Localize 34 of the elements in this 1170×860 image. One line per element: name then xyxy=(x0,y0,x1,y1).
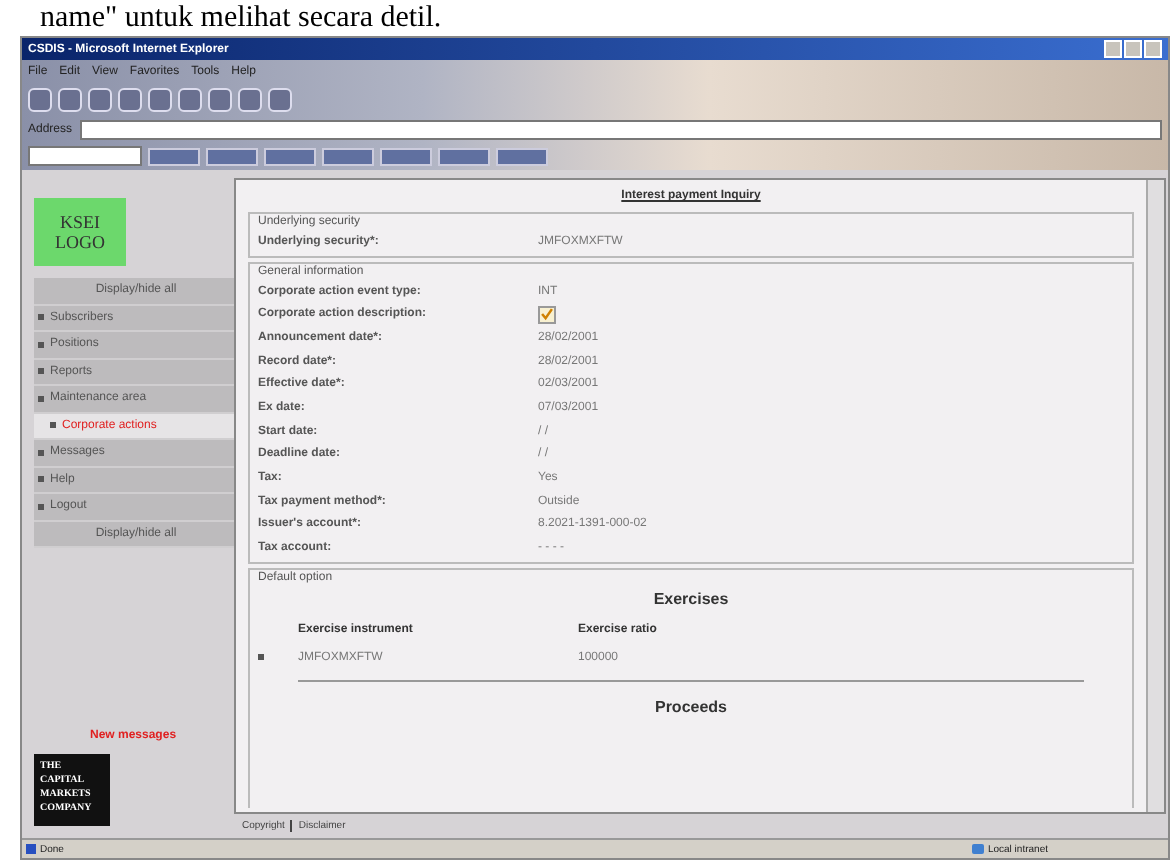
bullet-icon xyxy=(50,422,56,429)
section-heading: Exercises xyxy=(651,587,731,612)
toolbar-icon[interactable] xyxy=(88,88,112,112)
toolbar-icon[interactable] xyxy=(118,88,142,112)
toolbar-icon[interactable] xyxy=(268,88,292,112)
toolbar-icon[interactable] xyxy=(148,88,172,112)
bullet-icon xyxy=(38,314,44,321)
bullet-icon xyxy=(38,341,44,348)
address-field[interactable] xyxy=(80,119,1162,139)
link-button[interactable] xyxy=(496,147,548,165)
bullet-icon xyxy=(38,395,44,402)
bullet-icon xyxy=(38,368,44,375)
page-icon xyxy=(26,844,36,854)
link-button[interactable] xyxy=(380,147,432,165)
link-button[interactable] xyxy=(148,147,200,165)
ksei-logo: KSEI LOGO xyxy=(34,198,126,266)
toolbar-icon[interactable] xyxy=(28,88,52,112)
bullet-icon xyxy=(258,654,264,661)
toolbar-icon[interactable] xyxy=(208,88,232,112)
toolbar-icon[interactable] xyxy=(178,88,202,112)
link-button[interactable] xyxy=(264,147,316,165)
section-heading: Proceeds xyxy=(652,695,730,720)
search-field[interactable] xyxy=(28,146,142,166)
link-button[interactable] xyxy=(322,147,374,165)
toolbar-icon[interactable] xyxy=(58,88,82,112)
intranet-icon xyxy=(971,844,984,854)
bullet-icon xyxy=(38,503,44,510)
toolbar-icon[interactable] xyxy=(238,88,262,112)
link-button[interactable] xyxy=(438,147,490,165)
caption-text: name" untuk melihat secara detil. xyxy=(38,0,444,36)
link-button[interactable] xyxy=(206,147,258,165)
bullet-icon xyxy=(38,449,44,456)
checkbox[interactable] xyxy=(538,305,556,324)
bullet-icon xyxy=(38,476,44,483)
